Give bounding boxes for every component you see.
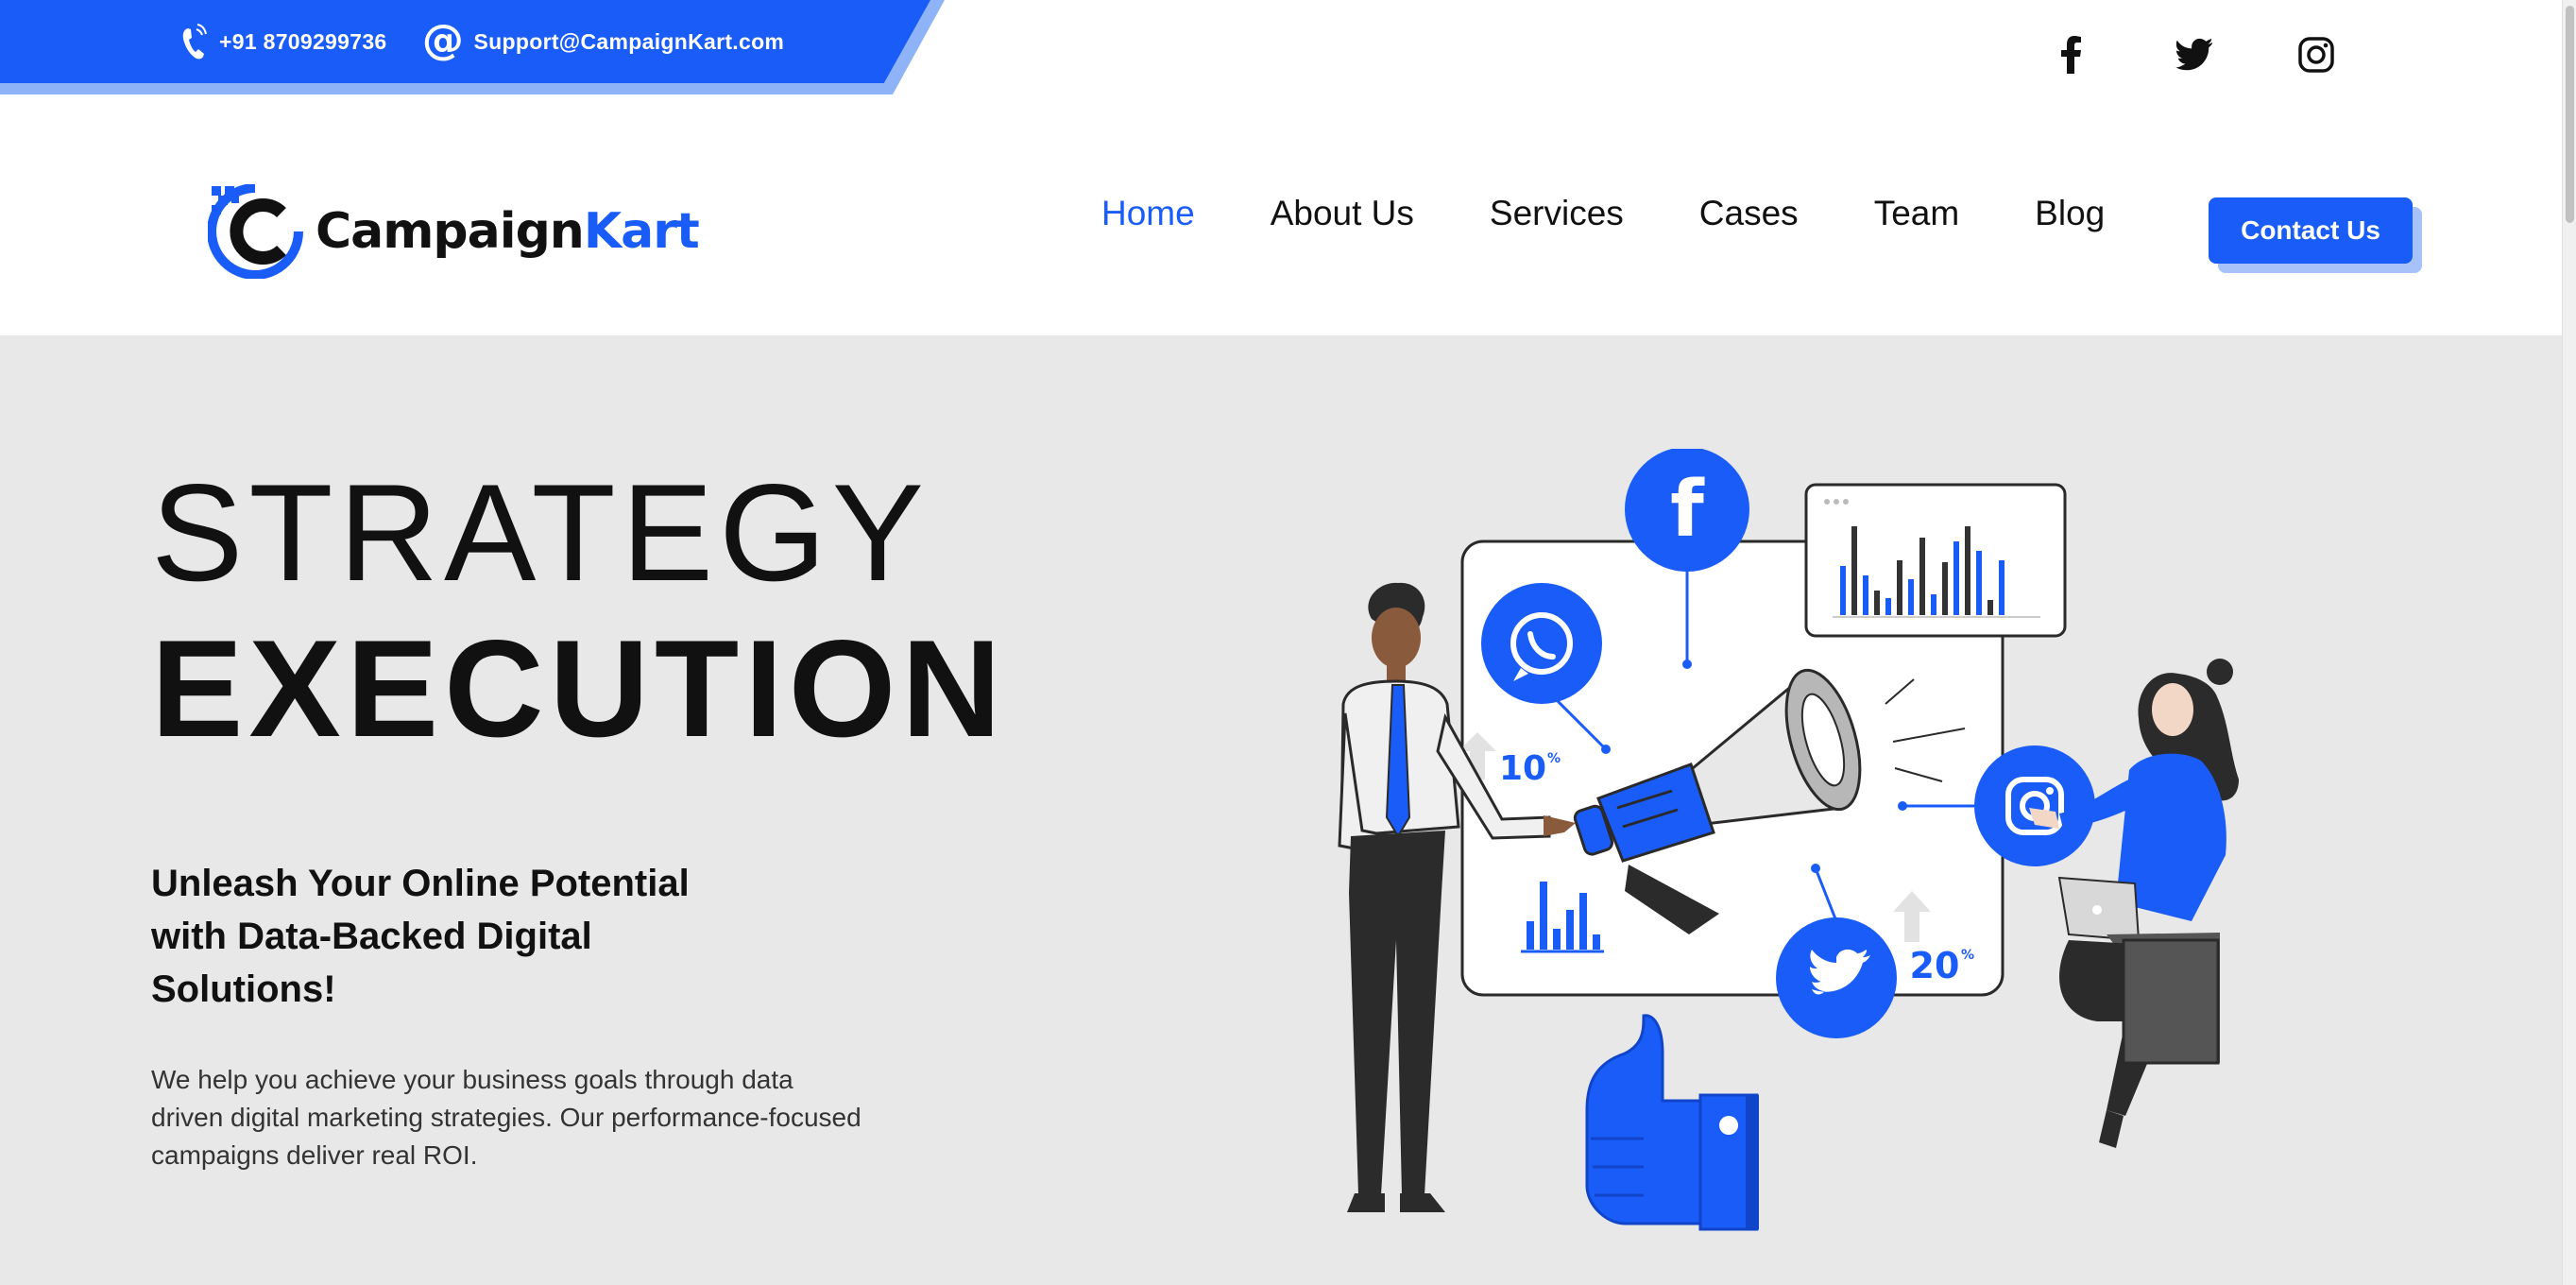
phone-icon <box>179 21 210 62</box>
hero-subheading: Unleash Your Online Potential with Data-… <box>151 863 690 1010</box>
svg-text:20: 20 <box>1910 945 1960 986</box>
brand-name: CampaignKart <box>316 203 700 260</box>
svg-text:%: % <box>1547 751 1561 766</box>
nav-item-team[interactable]: Team <box>1874 194 1959 233</box>
woman-with-laptop-figure <box>2029 659 2239 1148</box>
top-contact-bar: +91 8709299736 @ Support@CampaignKart.co… <box>0 0 2562 99</box>
main-navbar: CampaignKart Home About Us Services Case… <box>0 99 2562 335</box>
nav-item-about-us[interactable]: About Us <box>1271 194 1414 233</box>
nav-menu: Home About Us Services Cases Team Blog <box>1101 194 2180 233</box>
social-links <box>2052 36 2335 74</box>
svg-text:10: 10 <box>1499 749 1546 788</box>
phone-contact[interactable]: +91 8709299736 <box>179 21 387 62</box>
marketing-illustration: f 10 % 20 % <box>1338 449 2239 1231</box>
nav-item-cases[interactable]: Cases <box>1699 194 1799 233</box>
instagram-icon[interactable] <box>2297 36 2335 74</box>
email-address: Support@CampaignKart.com <box>473 28 785 54</box>
twitter-icon[interactable] <box>2175 36 2212 74</box>
phone-number: +91 8709299736 <box>219 28 387 54</box>
at-icon: @ <box>421 20 465 63</box>
bar-chart-card <box>1804 483 2067 638</box>
logo-mark-icon <box>208 184 303 279</box>
hero-section: STRATEGY EXECUTION Unleash Your Online P… <box>0 335 2562 1285</box>
scrollbar-thumb[interactable] <box>2566 6 2574 223</box>
brand-name-part1: Campaign <box>316 203 585 260</box>
svg-text:@: @ <box>421 20 463 63</box>
svg-text:f: f <box>1670 465 1705 555</box>
nav-item-blog[interactable]: Blog <box>2035 194 2105 233</box>
brand-logo[interactable]: CampaignKart <box>208 184 700 279</box>
contact-strip: +91 8709299736 @ Support@CampaignKart.co… <box>0 0 930 83</box>
page-scrollbar[interactable] <box>2562 0 2576 1285</box>
svg-text:%: % <box>1961 948 1974 963</box>
thumbs-up-icon <box>1585 1014 1759 1231</box>
hero-title-line2: EXECUTION <box>151 611 1007 765</box>
contact-button-wrapper: Contact Us <box>2209 197 2422 273</box>
email-contact[interactable]: @ Support@CampaignKart.com <box>421 20 785 63</box>
hero-title-line1: STRATEGY <box>151 455 930 609</box>
brand-name-part2: Kart <box>583 203 700 260</box>
contact-us-button[interactable]: Contact Us <box>2209 197 2413 264</box>
nav-item-services[interactable]: Services <box>1490 194 1624 233</box>
facebook-icon[interactable] <box>2052 36 2090 74</box>
nav-item-home[interactable]: Home <box>1101 194 1195 233</box>
hero-description: We help you achieve your business goals … <box>151 1065 862 1170</box>
